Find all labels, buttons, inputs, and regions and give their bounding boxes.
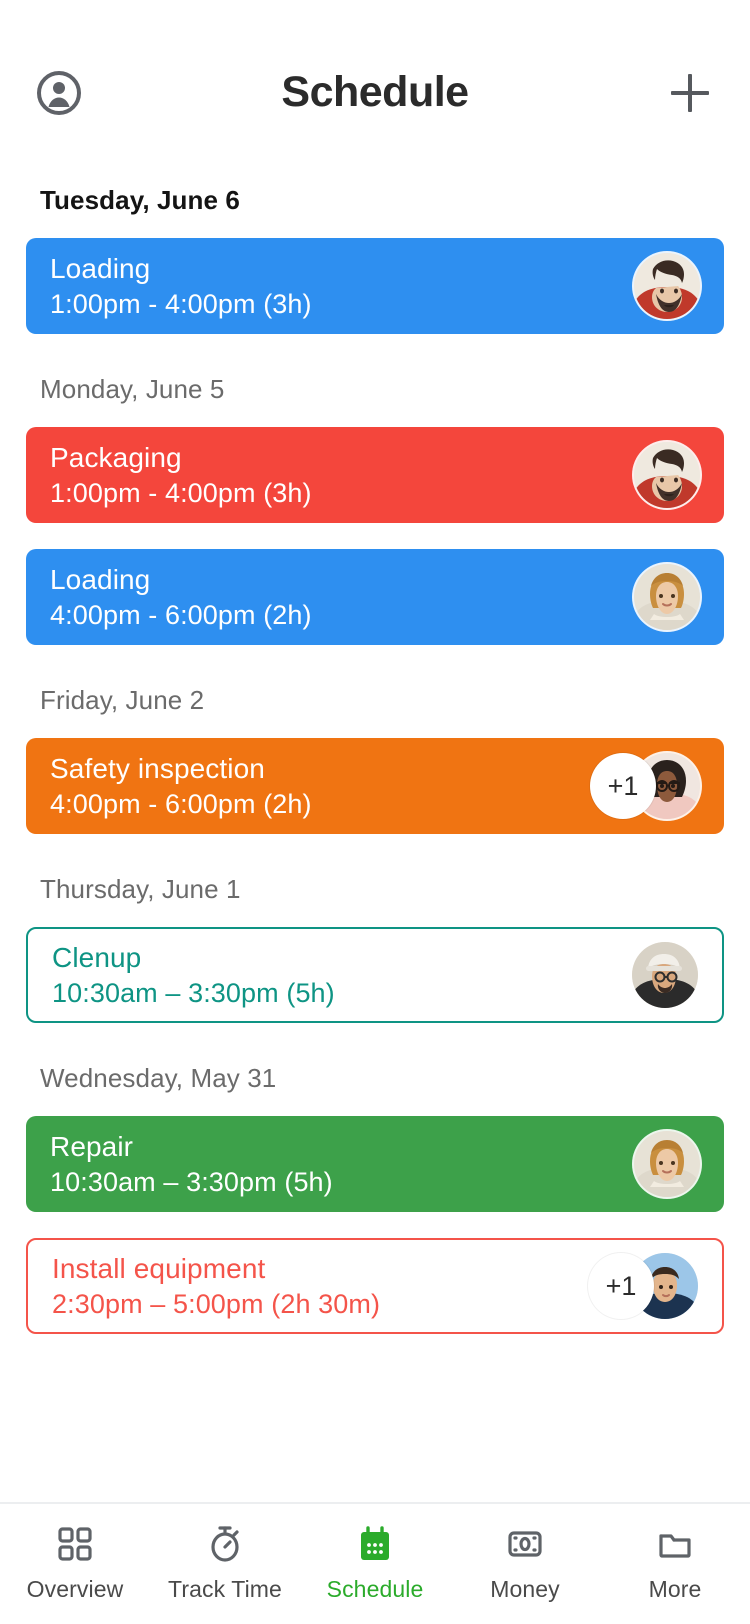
event-title: Loading <box>50 563 151 595</box>
banknote-icon <box>503 1522 547 1566</box>
nav-item-money[interactable]: Money <box>450 1522 600 1603</box>
event-card[interactable]: Repair 10:30am – 3:30pm (5h) <box>26 1116 724 1212</box>
event-text: Safety inspection 4:00pm - 6:00pm (2h) <box>50 751 312 822</box>
event-title: Packaging <box>50 441 182 473</box>
day-group: Thursday, June 1 Clenup 10:30am – 3:30pm (… <box>26 874 724 1023</box>
event-card[interactable]: Packaging 1:00pm - 4:00pm (3h) <box>26 427 724 523</box>
event-title: Clenup <box>52 941 142 973</box>
profile-circle-icon[interactable] <box>34 68 84 118</box>
event-time: 10:30am – 3:30pm (5h) <box>50 1166 333 1197</box>
curly-blonde-woman-avatar[interactable] <box>634 1131 700 1197</box>
event-text: Install equipment 2:30pm – 5:00pm (2h 30m… <box>52 1251 380 1322</box>
event-card[interactable]: Install equipment 2:30pm – 5:00pm (2h 30m… <box>26 1238 724 1334</box>
schedule-screen: Schedule Tuesday, June 6 Loading 1:00pm - … <box>0 0 750 1624</box>
event-title: Install equipment <box>52 1252 266 1284</box>
card-spacer <box>26 523 724 549</box>
event-assignees[interactable]: +1 <box>588 1253 698 1319</box>
extra-assignees-badge[interactable]: +1 <box>590 753 656 819</box>
extra-assignees-badge[interactable]: +1 <box>588 1253 654 1319</box>
event-assignees[interactable] <box>632 942 698 1008</box>
event-title: Loading <box>50 252 151 284</box>
event-text: Packaging 1:00pm - 4:00pm (3h) <box>50 440 312 511</box>
nav-label: Money <box>490 1576 560 1602</box>
nav-label: Schedule <box>326 1576 424 1602</box>
app-header: Schedule <box>0 0 750 185</box>
event-text: Loading 4:00pm - 6:00pm (2h) <box>50 562 312 633</box>
event-text: Loading 1:00pm - 4:00pm (3h) <box>50 251 312 322</box>
day-group: Friday, June 2 Safety inspection 4:00pm - … <box>26 685 724 834</box>
event-assignees[interactable] <box>634 564 700 630</box>
event-assignees[interactable] <box>634 253 700 319</box>
day-group: Wednesday, May 31 Repair 10:30am – 3:30pm … <box>26 1063 724 1334</box>
day-label: Monday, June 5 <box>40 374 225 404</box>
event-time: 2:30pm – 5:00pm (2h 30m) <box>52 1288 381 1319</box>
nav-label: Track Time <box>168 1576 282 1602</box>
man-with-cap-avatar[interactable] <box>632 942 698 1008</box>
bearded-man-avatar[interactable] <box>634 253 700 319</box>
nav-item-track-time[interactable]: Track Time <box>150 1522 300 1603</box>
nav-label: More <box>648 1576 702 1602</box>
day-label: Friday, June 2 <box>40 685 205 715</box>
event-card[interactable]: Loading 4:00pm - 6:00pm (2h) <box>26 549 724 645</box>
event-assignees[interactable]: +1 <box>590 753 700 819</box>
calendar-icon <box>353 1522 397 1566</box>
event-title: Safety inspection <box>50 752 265 784</box>
curly-blonde-woman-avatar[interactable] <box>634 564 700 630</box>
day-label: Thursday, June 1 <box>40 874 241 904</box>
bearded-man-avatar[interactable] <box>634 442 700 508</box>
day-group: Tuesday, June 6 Loading 1:00pm - 4:00pm (3… <box>26 185 724 334</box>
event-time: 1:00pm - 4:00pm (3h) <box>50 477 312 508</box>
bottom-navigation: Overview Track Time Schedule Money More <box>0 1502 750 1624</box>
stopwatch-icon <box>203 1522 247 1566</box>
event-card[interactable]: Loading 1:00pm - 4:00pm (3h) <box>26 238 724 334</box>
day-group: Monday, June 5 Packaging 1:00pm - 4:00pm (… <box>26 374 724 645</box>
grid-icon <box>53 1522 97 1566</box>
event-title: Repair <box>50 1130 134 1162</box>
day-label: Wednesday, May 31 <box>40 1063 277 1093</box>
nav-label: Overview <box>26 1576 124 1602</box>
event-card[interactable]: Safety inspection 4:00pm - 6:00pm (2h) +1 <box>26 738 724 834</box>
page-title: Schedule <box>281 68 469 116</box>
event-card[interactable]: Clenup 10:30am – 3:30pm (5h) <box>26 927 724 1023</box>
event-text: Repair 10:30am – 3:30pm (5h) <box>50 1129 333 1200</box>
event-time: 4:00pm - 6:00pm (2h) <box>50 788 312 819</box>
schedule-list[interactable]: Tuesday, June 6 Loading 1:00pm - 4:00pm (3… <box>0 185 750 1502</box>
event-time: 10:30am – 3:30pm (5h) <box>52 977 335 1008</box>
card-spacer <box>26 1212 724 1238</box>
nav-item-schedule[interactable]: Schedule <box>300 1522 450 1603</box>
event-assignees[interactable] <box>634 442 700 508</box>
day-label: Tuesday, June 6 <box>40 185 240 215</box>
event-time: 1:00pm - 4:00pm (3h) <box>50 288 312 319</box>
event-text: Clenup 10:30am – 3:30pm (5h) <box>52 940 335 1011</box>
folder-icon <box>653 1522 697 1566</box>
nav-item-overview[interactable]: Overview <box>0 1522 150 1603</box>
nav-item-more[interactable]: More <box>600 1522 750 1603</box>
event-time: 4:00pm - 6:00pm (2h) <box>50 599 312 630</box>
event-assignees[interactable] <box>634 1131 700 1197</box>
plus-icon[interactable] <box>664 67 716 119</box>
